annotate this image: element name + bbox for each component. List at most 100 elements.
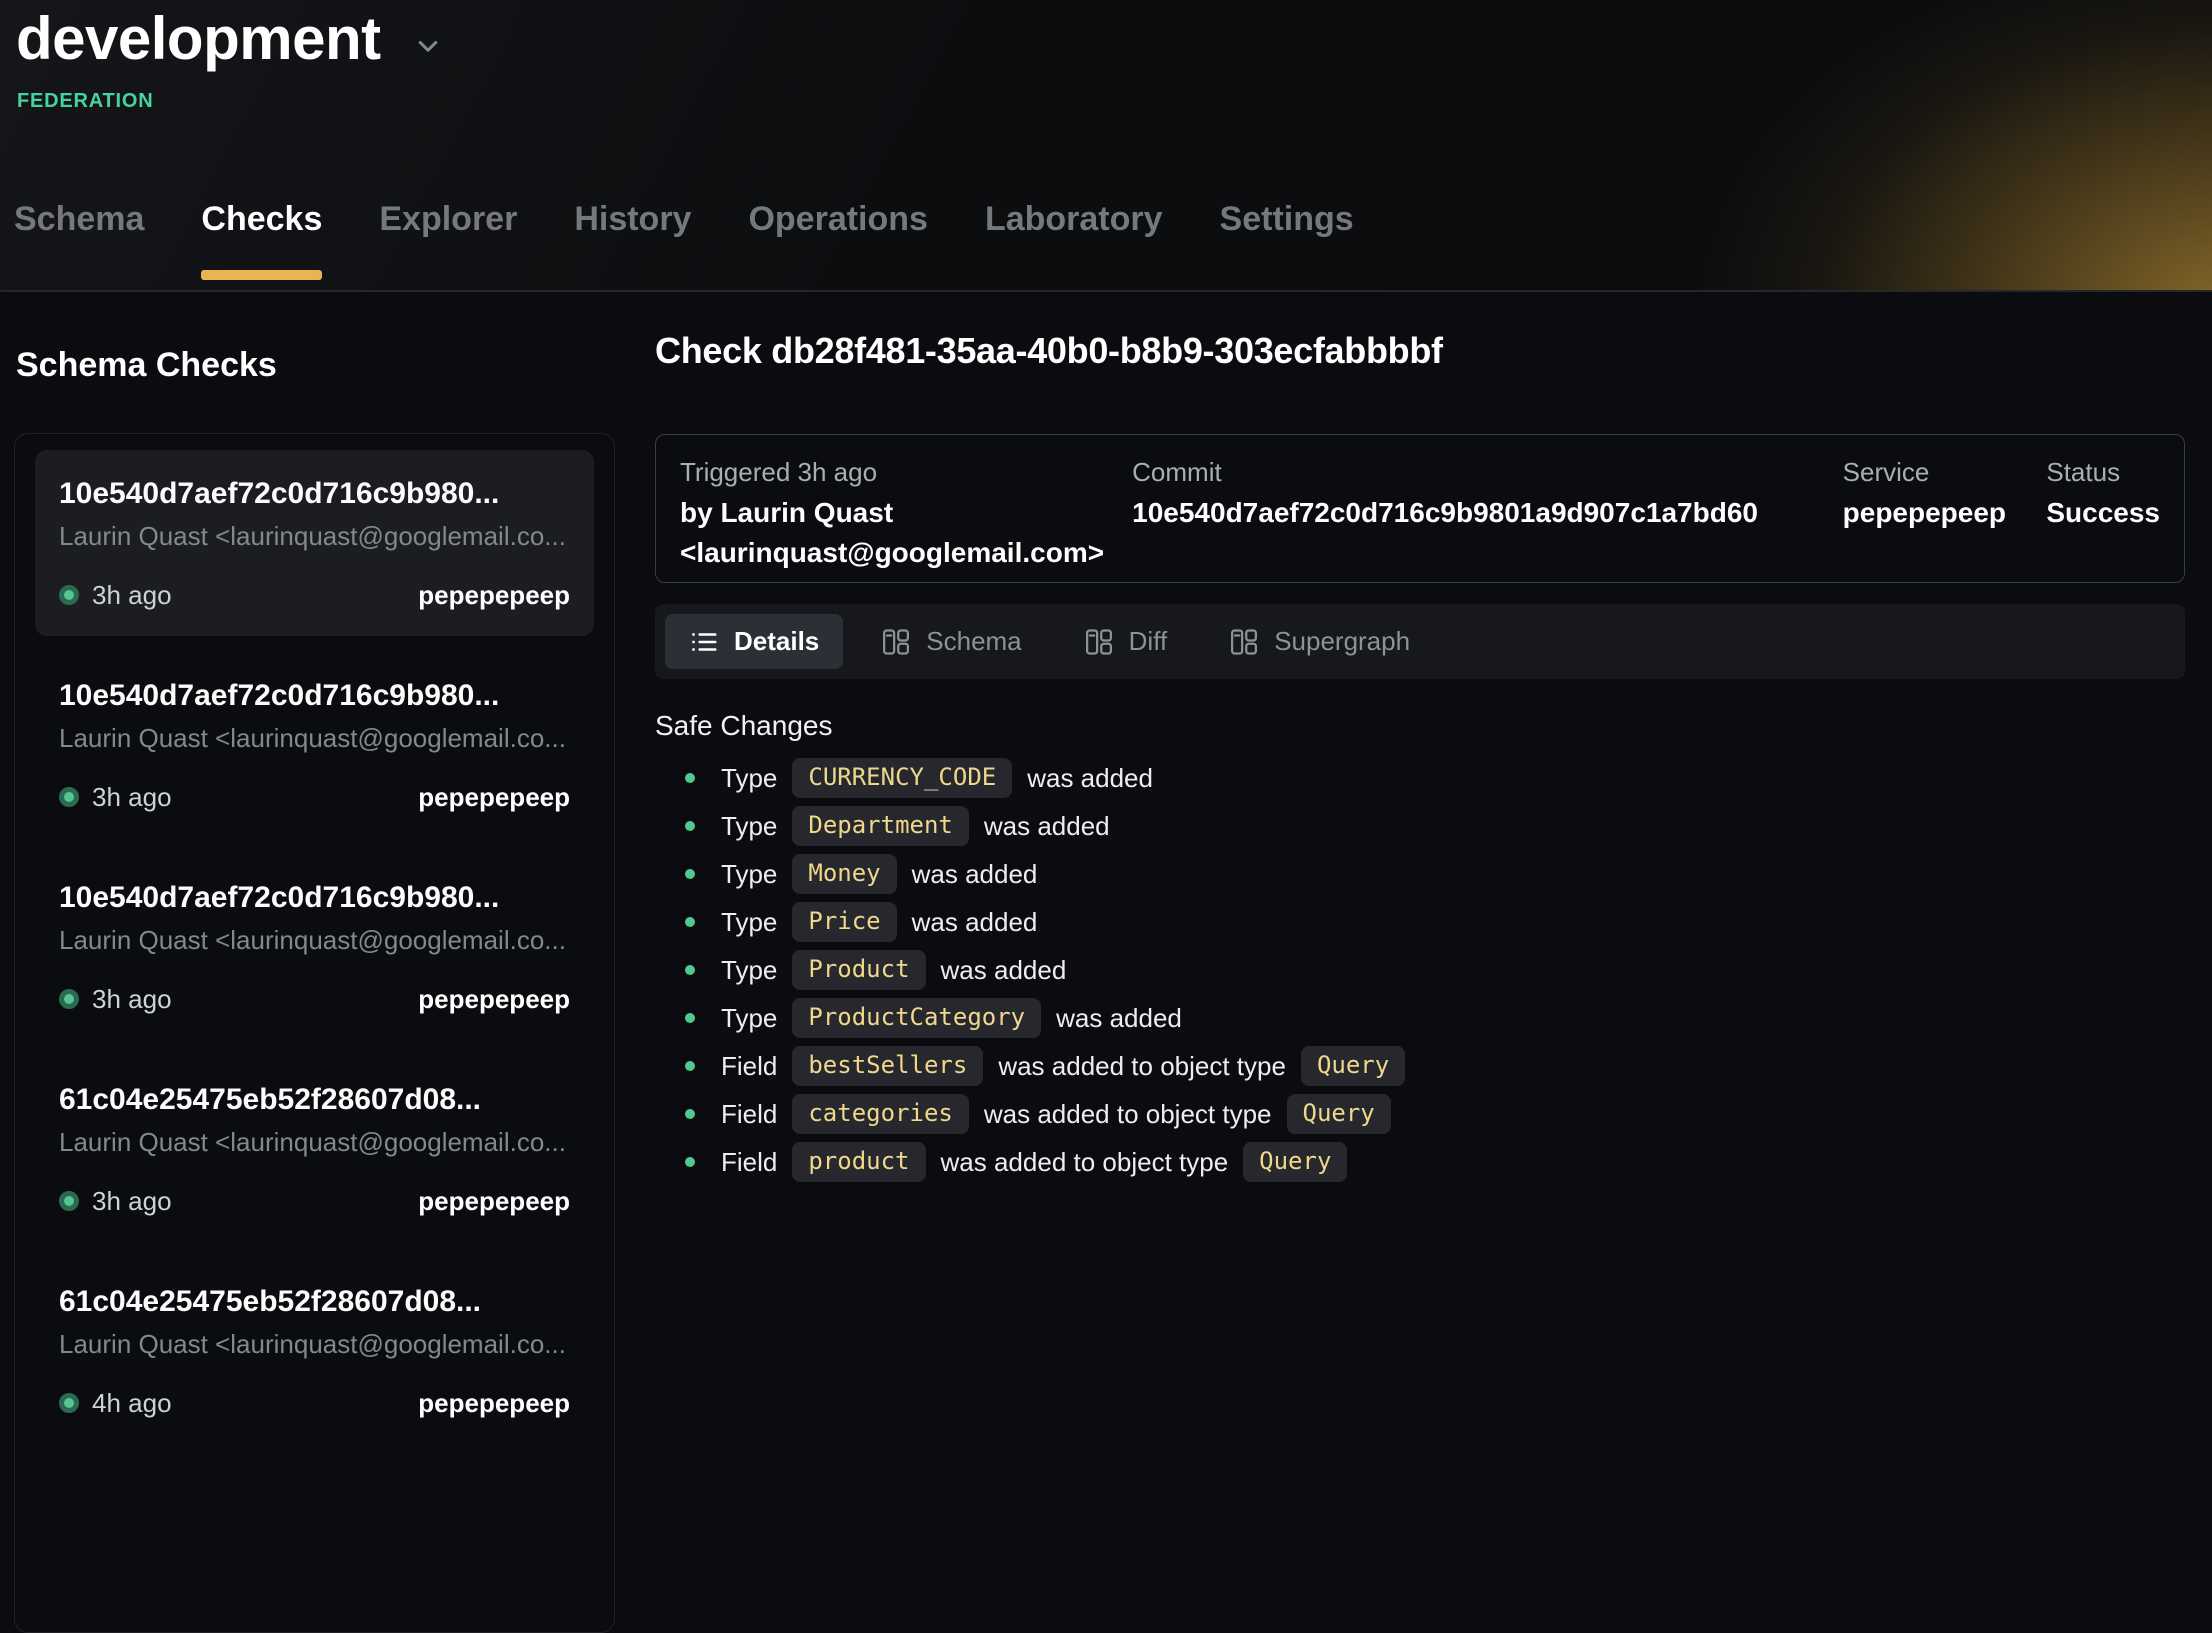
check-list-item[interactable]: 61c04e25475eb52f28607d08... Laurin Quast… <box>35 1056 594 1242</box>
view-tab-diff[interactable]: Diff <box>1060 614 1192 669</box>
check-author: Laurin Quast <laurinquast@googlemail.co.… <box>59 722 570 754</box>
change-code: Department <box>792 806 969 846</box>
page-header: development FEDERATION SchemaChecksExplo… <box>0 0 2212 292</box>
check-time: 3h ago <box>92 580 172 611</box>
tab-settings[interactable]: Settings <box>1220 199 1354 280</box>
check-meta-row: 4h ago pepepepeep <box>59 1388 570 1418</box>
change-prefix: Field <box>721 1147 777 1178</box>
chevron-down-icon[interactable] <box>411 29 445 63</box>
bullet-icon <box>685 1109 695 1119</box>
change-suffix: was added <box>1056 1003 1182 1034</box>
check-service: pepepepeep <box>418 984 570 1015</box>
check-author: Laurin Quast <laurinquast@googlemail.co.… <box>59 924 570 956</box>
view-tab-supergraph[interactable]: Supergraph <box>1205 614 1434 669</box>
change-code2: Query <box>1243 1142 1347 1182</box>
change-row: Field categories was added to object typ… <box>655 1090 1405 1138</box>
meta-triggered-value: by Laurin Quast <laurinquast@googlemail.… <box>680 493 1132 573</box>
change-code2: Query <box>1287 1094 1391 1134</box>
check-service: pepepepeep <box>418 1186 570 1217</box>
change-prefix: Type <box>721 1003 777 1034</box>
tab-schema[interactable]: Schema <box>14 199 144 280</box>
check-detail-title: Check db28f481-35aa-40b0-b8b9-303ecfabbb… <box>655 330 1443 372</box>
main-nav-tabs: Schema Checks Explorer History Operations Lab… <box>14 199 1354 280</box>
change-prefix: Type <box>721 955 777 986</box>
check-author: Laurin Quast <laurinquast@googlemail.co.… <box>59 520 570 552</box>
org-selector[interactable]: development <box>16 6 445 72</box>
meta-service-label: Service <box>1843 455 2047 489</box>
schema-checks-title: Schema Checks <box>16 346 277 385</box>
change-row: Type CURRENCY_CODE was added <box>655 754 1405 802</box>
change-code: CURRENCY_CODE <box>792 758 1012 798</box>
check-list-item[interactable]: 10e540d7aef72c0d716c9b980... Laurin Quas… <box>35 652 594 838</box>
change-code: Price <box>792 902 896 942</box>
check-list-item[interactable]: 10e540d7aef72c0d716c9b980... Laurin Quas… <box>35 450 594 636</box>
check-time: 3h ago <box>92 984 172 1015</box>
check-list-item[interactable]: 61c04e25475eb52f28607d08... Laurin Quast… <box>35 1258 594 1444</box>
tab-label: Operations <box>748 200 927 238</box>
columns-icon <box>881 627 911 657</box>
check-time: 3h ago <box>92 1186 172 1217</box>
meta-triggered-label: Triggered 3h ago <box>680 455 1132 489</box>
tab-checks[interactable]: Checks <box>201 199 322 280</box>
columns-icon <box>1084 627 1114 657</box>
check-meta-row: 3h ago pepepepeep <box>59 782 570 812</box>
org-name[interactable]: development <box>16 6 381 72</box>
meta-commit: Commit 10e540d7aef72c0d716c9b9801a9d907c… <box>1132 455 1843 562</box>
change-row: Type Product was added <box>655 946 1405 994</box>
change-code2: Query <box>1301 1046 1405 1086</box>
check-meta-row: 3h ago pepepepeep <box>59 580 570 610</box>
change-suffix: was added to object type <box>998 1051 1286 1082</box>
meta-triggered: Triggered 3h ago by Laurin Quast <laurin… <box>680 455 1132 562</box>
meta-status-value: Success <box>2046 493 2160 533</box>
tab-operations[interactable]: Operations <box>748 199 927 280</box>
change-code: Product <box>792 950 925 990</box>
check-view-tabs: Details Schema Diff <box>655 604 2185 679</box>
check-author: Laurin Quast <laurinquast@googlemail.co.… <box>59 1126 570 1158</box>
view-tab-label: Details <box>734 626 819 657</box>
columns-icon <box>1229 627 1259 657</box>
bullet-icon <box>685 773 695 783</box>
check-service: pepepepeep <box>418 782 570 813</box>
view-tab-label: Supergraph <box>1274 626 1410 657</box>
view-tab-label: Diff <box>1129 626 1168 657</box>
check-time: 4h ago <box>92 1388 172 1419</box>
safe-changes-title: Safe Changes <box>655 710 832 742</box>
change-suffix: was added <box>941 955 1067 986</box>
content-area: Schema Checks 10e540d7aef72c0d716c9b980.… <box>0 292 2212 1474</box>
status-dot-icon <box>59 787 79 807</box>
check-id: 10e540d7aef72c0d716c9b980... <box>59 678 570 714</box>
check-meta-row: 3h ago pepepepeep <box>59 984 570 1014</box>
view-tab-schema[interactable]: Schema <box>857 614 1045 669</box>
tab-label: History <box>574 200 691 238</box>
status-dot-icon <box>59 1393 79 1413</box>
check-service: pepepepeep <box>418 580 570 611</box>
check-service: pepepepeep <box>418 1388 570 1419</box>
change-suffix: was added to object type <box>941 1147 1229 1178</box>
change-code: categories <box>792 1094 969 1134</box>
list-icon <box>689 627 719 657</box>
meta-service: Service pepepepeep <box>1843 455 2047 562</box>
change-suffix: was added to object type <box>984 1099 1272 1130</box>
changes-list: Type CURRENCY_CODE was added Type Depart… <box>655 754 1405 1186</box>
bullet-icon <box>685 1061 695 1071</box>
change-row: Type Price was added <box>655 898 1405 946</box>
meta-status: Status Success <box>2046 455 2160 562</box>
tab-label: Settings <box>1220 200 1354 238</box>
meta-commit-label: Commit <box>1132 455 1843 489</box>
bullet-icon <box>685 917 695 927</box>
check-id: 61c04e25475eb52f28607d08... <box>59 1082 570 1118</box>
meta-service-value: pepepepeep <box>1843 493 2047 533</box>
bullet-icon <box>685 869 695 879</box>
check-id: 61c04e25475eb52f28607d08... <box>59 1284 570 1320</box>
change-code: ProductCategory <box>792 998 1041 1038</box>
tab-explorer[interactable]: Explorer <box>379 199 517 280</box>
bullet-icon <box>685 1013 695 1023</box>
check-list-item[interactable]: 10e540d7aef72c0d716c9b980... Laurin Quas… <box>35 854 594 1040</box>
status-dot-icon <box>59 585 79 605</box>
view-tab-details[interactable]: Details <box>665 614 843 669</box>
change-suffix: was added <box>1027 763 1153 794</box>
tab-history[interactable]: History <box>574 199 691 280</box>
tab-laboratory[interactable]: Laboratory <box>985 199 1163 280</box>
check-time: 3h ago <box>92 782 172 813</box>
tab-label: Schema <box>14 200 144 238</box>
